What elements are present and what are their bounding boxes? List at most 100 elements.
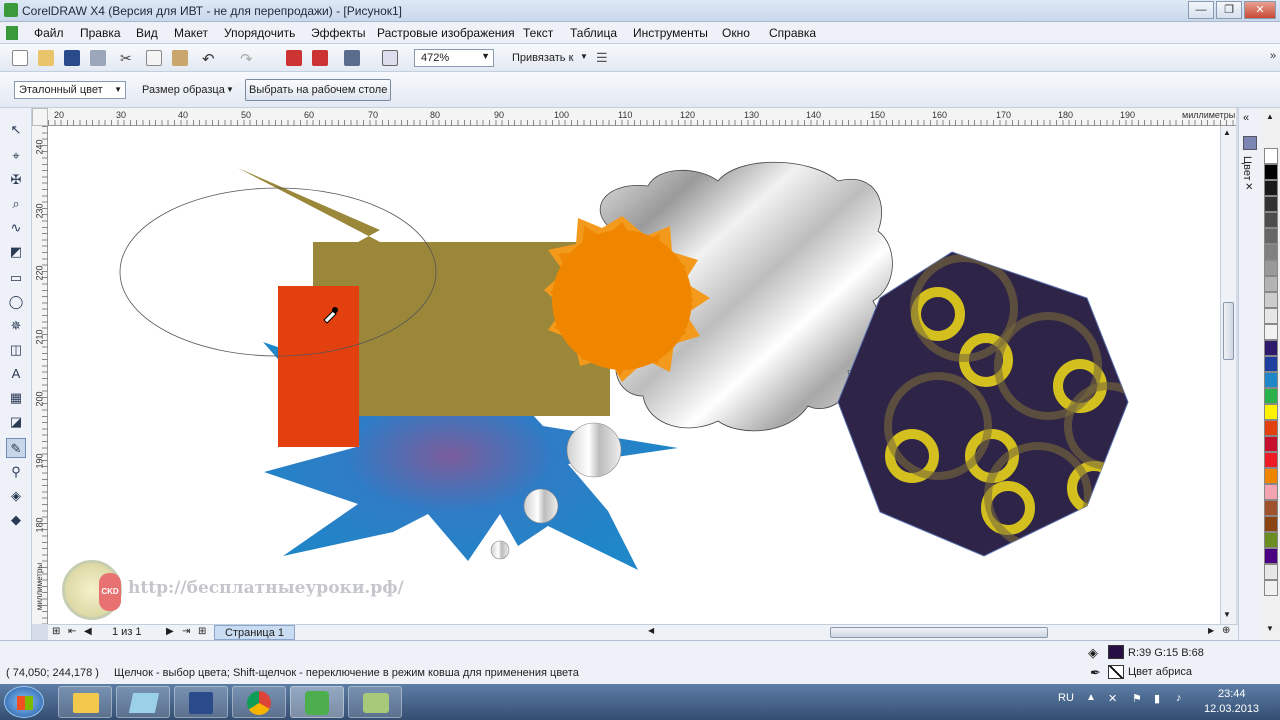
palette-swatch[interactable] [1264, 164, 1278, 180]
palette-swatch[interactable] [1264, 148, 1278, 164]
pick-tool-icon[interactable]: ↖ [6, 120, 26, 140]
coreldraw-app-icon[interactable] [4, 3, 18, 17]
maximize-button[interactable]: ❐ [1216, 1, 1242, 19]
drawing-canvas[interactable]: CKD http://бесплатныеуроки.рф/ [48, 126, 1220, 624]
palette-scroll-down-icon[interactable]: ▼ [1266, 624, 1274, 633]
menu-layout[interactable]: Макет [174, 26, 208, 40]
palette-swatch[interactable] [1264, 548, 1278, 564]
palette-swatch[interactable] [1264, 580, 1278, 596]
taskbar-save-app[interactable] [174, 686, 228, 718]
palette-swatch[interactable] [1264, 196, 1278, 212]
import-icon[interactable] [286, 50, 302, 66]
select-from-desktop-button[interactable]: Выбрать на рабочем столе [245, 79, 392, 101]
scroll-right-icon[interactable]: ▶ [1208, 626, 1214, 635]
menu-text[interactable]: Текст [523, 26, 553, 40]
next-page-icon[interactable]: ▶ [166, 626, 174, 637]
menu-edit[interactable]: Правка [80, 26, 121, 40]
palette-scroll-up-icon[interactable]: ▲ [1266, 112, 1274, 121]
palette-swatch[interactable] [1264, 212, 1278, 228]
redo-icon[interactable]: ↷ [240, 50, 256, 68]
sample-size-dropdown[interactable]: Размер образца [142, 84, 225, 96]
menu-file[interactable]: Файл [34, 26, 64, 40]
tab-page-1[interactable]: Страница 1 [214, 625, 296, 640]
taskbar-app[interactable] [116, 686, 170, 718]
palette-swatch[interactable] [1264, 468, 1278, 484]
zoom-level-combo[interactable]: 472% ▼ [414, 49, 494, 67]
zoom-tool-icon[interactable]: ⌕ [6, 194, 26, 214]
purple-octagon-shape[interactable] [837, 251, 1148, 557]
menu-arrange[interactable]: Упорядочить [224, 26, 295, 40]
welcome-screen-icon[interactable] [382, 50, 398, 66]
basic-shapes-icon[interactable]: ◫ [6, 340, 26, 360]
palette-swatch[interactable] [1264, 356, 1278, 372]
palette-swatch[interactable] [1264, 372, 1278, 388]
menu-tools[interactable]: Инструменты [633, 26, 708, 40]
palette-swatch[interactable] [1264, 484, 1278, 500]
ellipse-tool-icon[interactable]: ◯ [6, 292, 26, 312]
palette-swatch[interactable] [1264, 404, 1278, 420]
new-document-icon[interactable] [12, 50, 28, 66]
palette-swatch[interactable] [1264, 228, 1278, 244]
open-folder-icon[interactable] [38, 50, 54, 66]
vertical-scrollbar[interactable]: ▲ ▼ [1220, 126, 1236, 624]
eyedropper-tool-icon[interactable]: ✎ [6, 438, 26, 458]
navigator-zoom-icon[interactable]: ⊕ [1222, 625, 1230, 636]
copy-icon[interactable] [146, 50, 162, 66]
polygon-tool-icon[interactable]: ✵ [6, 316, 26, 336]
tray-date[interactable]: 12.03.2013 [1204, 703, 1259, 715]
tray-time[interactable]: 23:44 [1218, 688, 1246, 700]
close-icon[interactable]: ✕ [1245, 182, 1253, 193]
page-add-after-icon[interactable]: ⊞ [198, 626, 206, 637]
previous-page-icon[interactable]: ◀ [84, 626, 92, 637]
shape-tool-icon[interactable]: ⌖ [6, 146, 26, 166]
smart-fill-icon[interactable]: ◩ [6, 242, 26, 262]
palette-swatch[interactable] [1264, 500, 1278, 516]
interactive-fill-icon[interactable]: ◆ [6, 510, 26, 530]
interactive-blend-icon[interactable]: ◪ [6, 412, 26, 432]
taskbar-explorer[interactable] [58, 686, 112, 718]
grey-sphere-small[interactable] [490, 540, 510, 560]
options-icon[interactable]: ☰ [596, 50, 612, 66]
grey-sphere-large[interactable] [566, 422, 622, 478]
palette-swatch[interactable] [1264, 260, 1278, 276]
application-launcher-icon[interactable] [344, 50, 360, 66]
vertical-ruler[interactable]: 240 230 220 210 200 190 180 миллиметры [32, 126, 48, 624]
menu-help[interactable]: Справка [769, 26, 816, 40]
palette-swatch[interactable] [1264, 340, 1278, 356]
export-icon[interactable] [312, 50, 328, 66]
menu-effects[interactable]: Эффекты [311, 26, 366, 40]
palette-swatch[interactable] [1264, 324, 1278, 340]
outline-tool-icon[interactable]: ⚲ [6, 462, 26, 482]
crop-tool-icon[interactable]: ✠ [6, 170, 26, 190]
tray-flag-icon[interactable]: ⚑ [1132, 692, 1142, 705]
palette-swatch[interactable] [1264, 436, 1278, 452]
taskbar-coreldraw[interactable] [290, 686, 344, 718]
taskbar-corel-capture[interactable] [348, 686, 402, 718]
close-button[interactable]: ✕ [1244, 1, 1276, 19]
scroll-up-icon[interactable]: ▲ [1223, 128, 1231, 137]
palette-swatch[interactable] [1264, 388, 1278, 404]
orange-circle[interactable] [552, 230, 692, 370]
menu-bitmaps[interactable]: Растровые изображения [377, 26, 515, 40]
freehand-tool-icon[interactable]: ∿ [6, 218, 26, 238]
reference-color-combo[interactable]: Эталонный цвет ▼ [14, 81, 126, 99]
palette-swatch[interactable] [1264, 564, 1278, 580]
document-icon[interactable] [6, 26, 18, 40]
palette-swatch[interactable] [1264, 420, 1278, 436]
red-rectangle[interactable] [278, 286, 359, 447]
undo-icon[interactable]: ↶ [202, 50, 218, 68]
palette-swatch[interactable] [1264, 452, 1278, 468]
palette-swatch[interactable] [1264, 276, 1278, 292]
docker-expand-icon[interactable]: « [1243, 112, 1249, 124]
palette-swatch[interactable] [1264, 516, 1278, 532]
menu-table[interactable]: Таблица [570, 26, 617, 40]
scroll-left-icon[interactable]: ◀ [648, 626, 654, 635]
taskbar-chrome[interactable] [232, 686, 286, 718]
color-docker-tab[interactable]: Цвет [1241, 156, 1253, 181]
palette-swatch[interactable] [1264, 308, 1278, 324]
chevron-down-icon[interactable]: ▼ [226, 85, 234, 94]
scroll-down-icon[interactable]: ▼ [1223, 610, 1231, 619]
palette-swatch[interactable] [1264, 292, 1278, 308]
tray-signal-icon[interactable]: ▮ [1154, 692, 1160, 705]
text-tool-icon[interactable]: A [6, 364, 26, 384]
